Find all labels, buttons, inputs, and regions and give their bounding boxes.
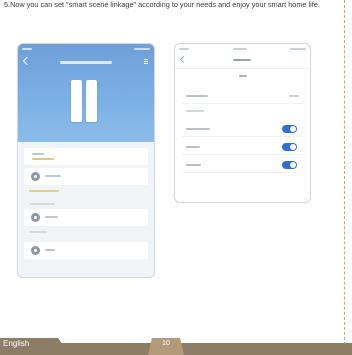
sensor-magnet [86, 80, 97, 122]
settings-toggle-row[interactable] [182, 158, 303, 173]
list-item[interactable] [24, 242, 148, 259]
record-icon [31, 213, 40, 222]
cut-guide-line [344, 0, 345, 355]
settings-screen-mockup [174, 43, 311, 203]
settings-toggle-row[interactable] [182, 122, 303, 137]
record-icon [31, 246, 40, 255]
list-item-sub-blur [32, 158, 54, 160]
list-item[interactable] [24, 209, 148, 226]
toggle-switch-icon[interactable] [282, 161, 297, 169]
status-icons-blur [134, 47, 150, 50]
back-icon[interactable] [22, 56, 32, 66]
settings-section-caption-blur [186, 110, 204, 112]
device-header-area [18, 44, 154, 142]
instruction-text: 5.Now you can set "smart scene linkage" … [4, 0, 320, 9]
settings-header [175, 52, 310, 69]
door-window-sensor-icon [71, 80, 99, 122]
settings-row-label-blur [186, 128, 210, 130]
status-center-blur [232, 47, 247, 50]
device-title-blur [60, 61, 112, 64]
list-item-label-blur [45, 175, 61, 177]
settings-toggle-row[interactable] [182, 140, 303, 155]
footer-band-graphic [0, 338, 352, 355]
settings-row-value-blur [289, 95, 299, 97]
status-time-blur [22, 47, 32, 50]
toggle-switch-icon[interactable] [282, 125, 297, 133]
toggle-switch-icon[interactable] [282, 143, 297, 151]
settings-row-label-blur [186, 146, 200, 148]
list-item-label-blur [45, 216, 58, 218]
status-icons-blur [290, 47, 306, 50]
list-item[interactable] [24, 148, 148, 165]
section-caption-blur [29, 203, 55, 205]
language-label: English [3, 339, 30, 348]
section-caption-blur [29, 190, 59, 192]
settings-title-blur [233, 59, 251, 61]
settings-row[interactable] [182, 89, 303, 104]
more-icon[interactable] [144, 59, 148, 60]
device-screen-mockup [17, 43, 155, 278]
manual-page: 5.Now you can set "smart scene linkage" … [0, 0, 352, 355]
sensor-body [71, 80, 82, 122]
list-item-label-blur [45, 249, 55, 251]
page-number: 10 [162, 340, 170, 347]
settings-row-label-blur [186, 95, 208, 97]
status-time-blur [179, 47, 189, 50]
status-bar [179, 46, 306, 51]
device-record-panel [18, 142, 154, 277]
list-item-title-blur [32, 153, 44, 155]
list-item[interactable] [24, 168, 148, 185]
section-caption-blur [29, 231, 47, 233]
record-icon [31, 172, 40, 181]
footer-band [0, 337, 352, 355]
status-bar [22, 46, 150, 51]
settings-row-label-blur [186, 164, 201, 166]
back-icon[interactable] [179, 55, 188, 64]
settings-subtitle-blur [239, 75, 247, 77]
